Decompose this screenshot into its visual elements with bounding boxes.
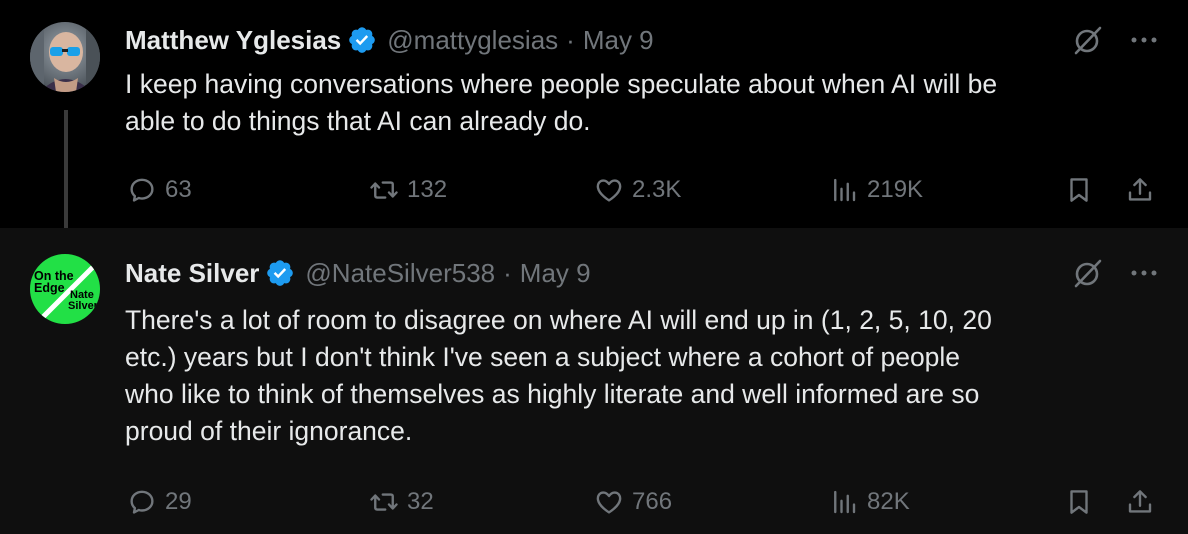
- views-button[interactable]: 82K: [829, 482, 910, 522]
- tweet-header: Matthew Yglesias @mattyglesias · May 9: [125, 20, 654, 60]
- tweet-text-line: etc.) years but I don't think I've seen …: [125, 342, 961, 372]
- separator-dot: ·: [503, 257, 512, 288]
- tweet-actions: 63 132 2.3K 219K: [127, 170, 1162, 210]
- tweet-mattyglesias[interactable]: Matthew Yglesias @mattyglesias · May 9 I…: [0, 0, 1188, 244]
- views-icon: [834, 178, 856, 202]
- author-handle[interactable]: @mattyglesias: [387, 25, 558, 56]
- retweet-count: 132: [407, 176, 448, 203]
- verified-badge-icon: [349, 27, 376, 53]
- like-button[interactable]: 766: [594, 482, 672, 522]
- grok-icon[interactable]: [1072, 257, 1104, 289]
- share-icon: [1128, 178, 1152, 201]
- views-count: 82K: [867, 488, 910, 515]
- reply-count: 29: [165, 488, 192, 515]
- tweet-date[interactable]: May 9: [520, 258, 591, 289]
- share-button[interactable]: [1125, 482, 1155, 522]
- separator-dot: ·: [566, 24, 575, 55]
- views-button[interactable]: 219K: [829, 170, 923, 210]
- tweet-text-line: able to do things that AI can already do…: [125, 106, 591, 136]
- bookmark-button[interactable]: [1064, 482, 1094, 522]
- like-icon: [596, 491, 622, 514]
- tweet-text-line: There's a lot of room to disagree on whe…: [125, 305, 992, 335]
- author-name[interactable]: Matthew Yglesias: [125, 25, 341, 56]
- bookmark-icon: [1070, 490, 1088, 514]
- more-icon[interactable]: [1130, 268, 1158, 278]
- tweet-top-icons: [1072, 24, 1158, 56]
- avatar-text-silver: Silver: [68, 300, 99, 312]
- more-icon[interactable]: [1130, 35, 1158, 45]
- retweet-button[interactable]: 32: [369, 482, 434, 522]
- avatar-text-edge: Edge: [34, 281, 65, 295]
- bookmark-button[interactable]: [1064, 170, 1094, 210]
- like-icon: [596, 179, 622, 202]
- share-button[interactable]: [1125, 170, 1155, 210]
- retweet-button[interactable]: 132: [369, 170, 447, 210]
- tweet-top-icons: [1072, 257, 1158, 289]
- like-count: 766: [632, 488, 673, 515]
- grok-icon[interactable]: [1072, 24, 1104, 56]
- retweet-icon: [370, 181, 398, 199]
- verified-badge-icon: [267, 260, 294, 286]
- reply-button[interactable]: 63: [127, 170, 192, 210]
- tweet-text-line: proud of their ignorance.: [125, 416, 413, 446]
- avatar-natesilver538[interactable]: On the Edge Nate Silver: [30, 254, 100, 324]
- reply-icon: [130, 490, 154, 514]
- reply-button[interactable]: 29: [127, 482, 192, 522]
- like-count: 2.3K: [632, 176, 682, 203]
- tweet-natesilver538[interactable]: On the Edge Nate Silver Nate Silver @Nat…: [0, 228, 1188, 534]
- tweet-text-line: I keep having conversations where people…: [125, 69, 998, 99]
- retweet-count: 32: [407, 488, 434, 515]
- tweet-text-line: who like to think of themselves as highl…: [125, 379, 980, 409]
- bookmark-icon: [1070, 178, 1088, 202]
- tweet-text: I keep having conversations where people…: [125, 66, 1155, 140]
- author-handle[interactable]: @NateSilver538: [305, 258, 495, 289]
- share-icon: [1128, 490, 1152, 513]
- tweet-header: Nate Silver @NateSilver538 · May 9: [125, 253, 591, 293]
- like-button[interactable]: 2.3K: [594, 170, 681, 210]
- retweet-icon: [370, 493, 398, 511]
- tweet-text: There's a lot of room to disagree on whe…: [125, 302, 1155, 450]
- reply-count: 63: [165, 176, 192, 203]
- author-name[interactable]: Nate Silver: [125, 258, 259, 289]
- thread-connector-line: [64, 110, 68, 244]
- views-count: 219K: [867, 176, 924, 203]
- avatar-mattyglesias[interactable]: [30, 22, 100, 92]
- tweet-actions: 29 32 766 82K: [127, 482, 1162, 522]
- tweet-date[interactable]: May 9: [583, 25, 654, 56]
- reply-icon: [130, 178, 154, 202]
- views-icon: [834, 490, 856, 514]
